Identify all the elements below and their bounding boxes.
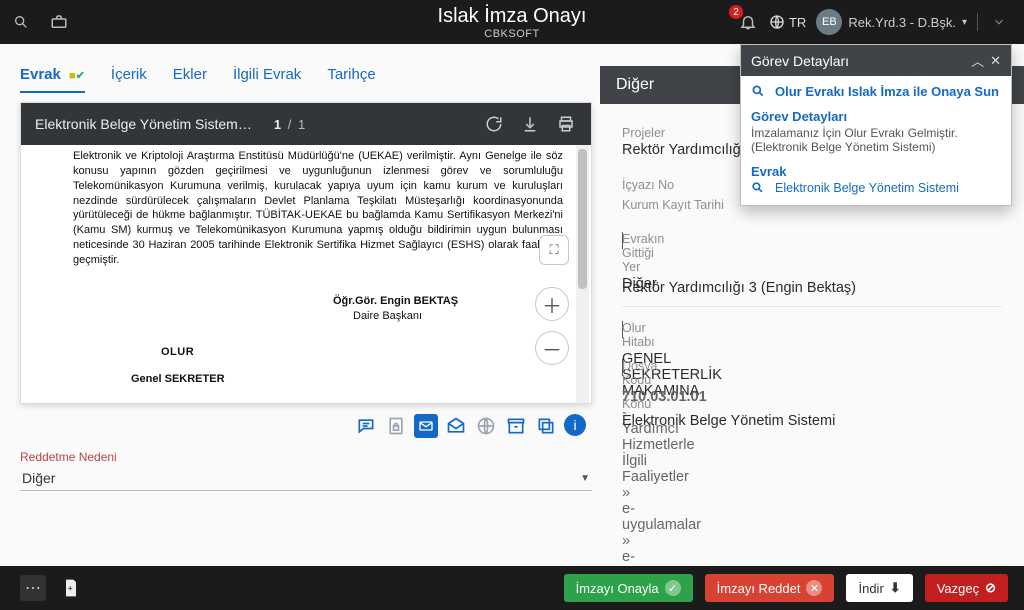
popup-evrak-link[interactable]: Elektronik Belge Yönetim Sistemi bbox=[751, 181, 1001, 195]
cancel-button-label: Vazgeç bbox=[937, 581, 979, 596]
popup-task-link-text: Olur Evrakı Islak İmza ile Onaya Sun bbox=[775, 84, 999, 99]
reject-reason-block: Reddetme Nedeni Diğer ▼ bbox=[20, 450, 592, 491]
zoom-in-icon[interactable]: ＋ bbox=[535, 287, 569, 321]
tab-evrak-status-icon: ■✔ bbox=[69, 69, 85, 82]
zoom-out-icon[interactable]: － bbox=[535, 331, 569, 365]
pdf-olur: OLUR bbox=[73, 345, 563, 360]
pdf-page-area: Elektronik ve Kriptoloji Araştırma Ensti… bbox=[21, 145, 591, 403]
pdf-signer-title: Daire Başkanı bbox=[73, 309, 563, 324]
pdf-gensek: Genel SEKRETER bbox=[73, 372, 563, 387]
tab-ilgili-evrak[interactable]: İlgili Evrak bbox=[233, 62, 301, 93]
approve-button[interactable]: İmzayı Onayla ✓ bbox=[564, 574, 693, 602]
tabs: Evrak ■✔ İçerik Ekler İlgili Evrak Tarih… bbox=[20, 50, 592, 102]
popup-task-link[interactable]: Olur Evrakı Islak İmza ile Onaya Sun bbox=[751, 84, 1001, 99]
search-icon bbox=[751, 181, 769, 194]
check-icon: ✓ bbox=[665, 580, 681, 596]
popup-details-text: İmzalamanız İçin Olur Evrakı Gelmiştir. … bbox=[751, 126, 1001, 154]
pdf-signer-name: Öğr.Gör. Engin BEKTAŞ bbox=[73, 294, 563, 309]
rotate-icon[interactable] bbox=[483, 113, 505, 135]
chevron-down-icon[interactable] bbox=[988, 11, 1010, 33]
field-dosya-kodu: Dosya Kodu 710.03.01.01 - Yardımcı Hizme… bbox=[622, 359, 623, 377]
archive-icon[interactable] bbox=[504, 414, 528, 438]
tab-tarihce[interactable]: Tarihçe bbox=[327, 62, 375, 93]
pdf-scrollbar[interactable] bbox=[576, 145, 589, 403]
topbar: Islak İmza Onayı CBKSOFT 2 TR EB Rek.Yrd… bbox=[0, 0, 1024, 44]
download-icon: ⬇ bbox=[890, 580, 901, 596]
user-role: Rek.Yrd.3 - D.Bşk. bbox=[848, 15, 956, 30]
task-details-popup: Görev Detayları ︿ ✕ Olur Evrakı Islak İm… bbox=[740, 44, 1012, 206]
svg-text:+: + bbox=[67, 583, 72, 593]
pdf-page-total: 1 bbox=[298, 117, 305, 132]
pdf-toolbar: Elektronik Belge Yönetim Sistem… 1 / 1 bbox=[21, 103, 591, 145]
pdf-title: Elektronik Belge Yönetim Sistem… bbox=[35, 116, 252, 132]
close-icon[interactable]: ✕ bbox=[990, 53, 1001, 69]
pdf-page: Elektronik ve Kriptoloji Araştırma Ensti… bbox=[21, 145, 591, 403]
reject-reason-select[interactable]: Diğer ▼ bbox=[20, 466, 592, 491]
separator bbox=[977, 13, 978, 31]
imza-row: Rektör Yardımcılığı 3 (Engin Bektaş) bbox=[622, 270, 1002, 307]
popup-evrak-head: Evrak bbox=[751, 164, 1001, 179]
briefcase-icon[interactable] bbox=[48, 11, 70, 33]
pdf-scrollbar-thumb[interactable] bbox=[578, 149, 587, 289]
pdf-page-indicator: 1 / 1 bbox=[274, 117, 305, 132]
popup-evrak-link-text: Elektronik Belge Yönetim Sistemi bbox=[775, 181, 959, 195]
cancel-button[interactable]: Vazgeç ⊘ bbox=[925, 574, 1008, 602]
tab-ekler[interactable]: Ekler bbox=[173, 62, 207, 93]
notification-count: 2 bbox=[729, 5, 743, 19]
download-button-label: İndir bbox=[858, 581, 883, 596]
notification-icon[interactable]: 2 bbox=[737, 11, 759, 33]
pdf-viewer: Elektronik Belge Yönetim Sistem… 1 / 1 bbox=[20, 102, 592, 404]
more-icon[interactable]: ⋯ bbox=[20, 575, 46, 601]
tab-icerik[interactable]: İçerik bbox=[111, 62, 147, 93]
comment-icon[interactable] bbox=[354, 414, 378, 438]
tab-evrak[interactable]: Evrak ■✔ bbox=[20, 62, 85, 93]
page-title: Islak İmza Onayı bbox=[438, 5, 587, 28]
left-column: Evrak ■✔ İçerik Ekler İlgili Evrak Tarih… bbox=[0, 44, 600, 566]
pdf-page-sep: / bbox=[288, 117, 292, 132]
pdf-body-text: Elektronik ve Kriptoloji Araştırma Ensti… bbox=[73, 149, 563, 268]
dosya-kodu-label: Dosya Kodu bbox=[622, 359, 623, 387]
mail-open-icon[interactable] bbox=[444, 414, 468, 438]
olur-hitabi-label: Olur Hitabı bbox=[622, 321, 623, 349]
popup-header: Görev Detayları ︿ ✕ bbox=[741, 45, 1011, 76]
language-switch[interactable]: TR bbox=[769, 14, 806, 30]
field-gittigi-yer: Evrakın Gittiği Yer Diğer bbox=[622, 232, 623, 250]
konu-value: Elektronik Belge Yönetim Sistemi bbox=[622, 413, 1002, 429]
language-label: TR bbox=[789, 15, 806, 30]
info-icon[interactable]: i bbox=[564, 414, 586, 436]
fit-page-icon[interactable]: ⛶ bbox=[539, 235, 569, 265]
copy-icon[interactable] bbox=[534, 414, 558, 438]
minimize-icon[interactable]: ︿ bbox=[971, 51, 984, 70]
action-icon-row: i bbox=[20, 404, 592, 450]
reject-reason-label: Reddetme Nedeni bbox=[20, 450, 592, 464]
popup-title: Görev Detayları bbox=[751, 53, 849, 69]
tab-evrak-label: Evrak bbox=[20, 66, 61, 83]
search-icon[interactable] bbox=[10, 11, 32, 33]
mail-icon[interactable] bbox=[414, 414, 438, 438]
popup-body: Olur Evrakı Islak İmza ile Onaya Sun Gör… bbox=[741, 76, 1011, 205]
pdf-page-current: 1 bbox=[274, 117, 281, 132]
chevron-down-icon: ▾ bbox=[962, 17, 967, 28]
x-icon: ✕ bbox=[806, 580, 822, 596]
download-button[interactable]: İndir ⬇ bbox=[846, 574, 912, 602]
reject-button[interactable]: İmzayı Reddet ✕ bbox=[705, 574, 835, 602]
search-icon bbox=[751, 84, 769, 98]
print-icon[interactable] bbox=[555, 113, 577, 135]
file-lock-icon[interactable] bbox=[384, 414, 408, 438]
popup-details-head: Görev Detayları bbox=[751, 109, 1001, 124]
field-olur-hitabi: Olur Hitabı GENEL SEKRETERLİK MAKAMINA bbox=[622, 321, 623, 339]
user-menu[interactable]: EB Rek.Yrd.3 - D.Bşk. ▾ bbox=[816, 9, 967, 35]
globe-icon[interactable] bbox=[474, 414, 498, 438]
gittigi-yer-label: Evrakın Gittiği Yer bbox=[622, 232, 623, 274]
page-subtitle: CBKSOFT bbox=[484, 28, 539, 40]
bottombar: ⋯ + İmzayı Onayla ✓ İmzayı Reddet ✕ İndi… bbox=[0, 566, 1024, 610]
approve-button-label: İmzayı Onayla bbox=[576, 581, 659, 596]
cancel-icon: ⊘ bbox=[985, 580, 996, 596]
chevron-down-icon: ▼ bbox=[580, 473, 590, 484]
avatar: EB bbox=[816, 9, 842, 35]
reject-reason-value: Diğer bbox=[22, 470, 55, 486]
new-file-icon[interactable]: + bbox=[58, 575, 84, 601]
download-icon[interactable] bbox=[519, 113, 541, 135]
reject-button-label: İmzayı Reddet bbox=[717, 581, 801, 596]
